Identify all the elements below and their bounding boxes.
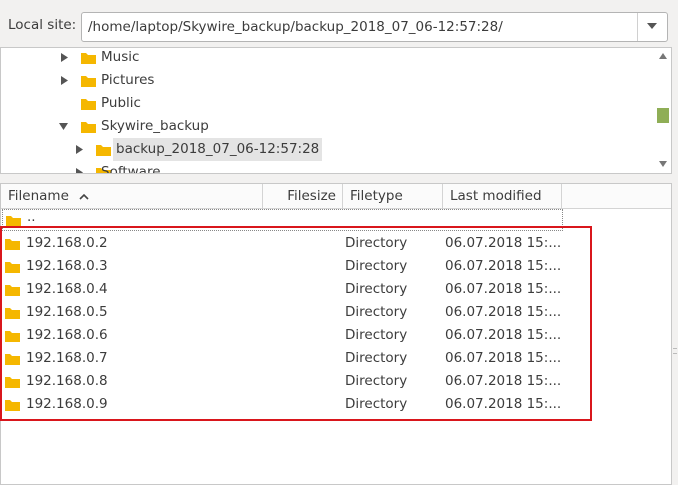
column-header-label: Filetype: [350, 188, 403, 204]
tree-item-label: Music: [101, 49, 140, 65]
collapse-arrow-icon[interactable]: [59, 123, 68, 130]
column-header-label: Last modified: [450, 188, 542, 204]
expand-arrow-icon[interactable]: [76, 145, 83, 154]
tree-item-skywire-backup[interactable]: Skywire_backup: [1, 115, 651, 138]
folder-icon: [96, 145, 111, 156]
scroll-down-arrow-icon[interactable]: [659, 161, 667, 167]
expand-arrow-icon[interactable]: [61, 53, 68, 62]
tree-item-software[interactable]: Software: [1, 161, 651, 174]
tree-item-label: backup_2018_07_06-12:57:28: [113, 138, 323, 161]
folder-icon: [81, 53, 96, 64]
expand-arrow-icon[interactable]: [61, 76, 68, 85]
column-header-filetype[interactable]: Filetype: [343, 184, 443, 209]
folder-icon: [81, 122, 96, 133]
tree-item-label: Public: [101, 95, 141, 111]
tree-item-label: Software: [101, 164, 161, 174]
column-header-last-modified[interactable]: Last modified: [443, 184, 562, 209]
highlight-annotation-box: [0, 226, 592, 421]
column-header-label: Filename: [8, 188, 69, 204]
local-site-label: Local site:: [8, 17, 77, 33]
file-list-header: Filename Filesize Filetype Last modified: [1, 184, 671, 209]
column-header-filesize[interactable]: Filesize: [263, 184, 343, 209]
local-site-bar: Local site: /home/laptop/Skywire_backup/…: [0, 0, 678, 50]
expand-arrow-icon[interactable]: [76, 168, 83, 174]
tree-item-music[interactable]: Music: [1, 48, 651, 69]
pane-resize-handle[interactable]: [673, 348, 677, 354]
folder-icon: [81, 99, 96, 110]
folder-icon: [81, 76, 96, 87]
tree-scrollbar-thumb[interactable]: [657, 108, 669, 123]
tree-item-pictures[interactable]: Pictures: [1, 69, 651, 92]
column-header-label: Filesize: [287, 188, 336, 204]
path-dropdown-button[interactable]: [637, 13, 667, 41]
tree-item-label: Pictures: [101, 72, 155, 88]
chevron-down-icon: [647, 23, 657, 29]
tree-item-label: Skywire_backup: [101, 118, 209, 134]
tree-item-public[interactable]: Public: [1, 92, 651, 115]
local-directory-tree: Music Pictures Public Skywire_backup bac…: [0, 47, 672, 174]
local-site-path-input[interactable]: /home/laptop/Skywire_backup/backup_2018_…: [88, 19, 503, 35]
column-header-filename[interactable]: Filename: [1, 184, 263, 209]
sort-ascending-icon: [79, 193, 89, 200]
tree-scrollbar[interactable]: [654, 47, 672, 174]
tree-item-backup-folder[interactable]: backup_2018_07_06-12:57:28: [1, 138, 651, 161]
local-site-path-combobox[interactable]: /home/laptop/Skywire_backup/backup_2018_…: [81, 12, 668, 42]
scroll-up-arrow-icon[interactable]: [659, 53, 667, 59]
